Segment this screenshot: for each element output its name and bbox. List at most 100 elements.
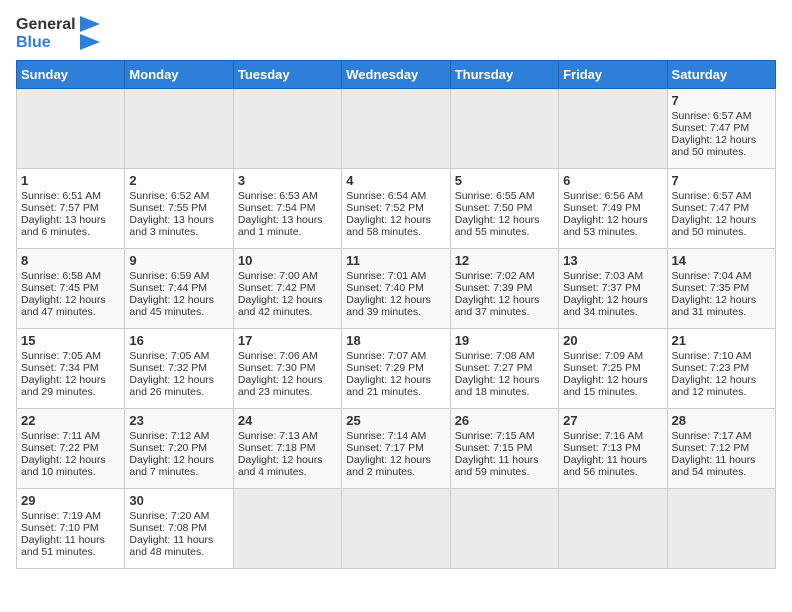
calendar-cell: 21Sunrise: 7:10 AMSunset: 7:23 PMDayligh…: [667, 329, 775, 409]
sunset: Sunset: 7:29 PM: [346, 362, 424, 374]
daylight: Daylight: 12 hours and 37 minutes.: [455, 294, 540, 318]
logo-line1: General: [16, 16, 76, 34]
column-header-saturday: Saturday: [667, 61, 775, 89]
calendar-cell: [17, 89, 125, 169]
calendar-cell: 8Sunrise: 6:58 AMSunset: 7:45 PMDaylight…: [17, 249, 125, 329]
sunset: Sunset: 7:08 PM: [129, 522, 207, 534]
sunrise: Sunrise: 7:12 AM: [129, 430, 209, 442]
sunrise: Sunrise: 7:20 AM: [129, 510, 209, 522]
day-number: 30: [129, 493, 228, 508]
calendar-cell: 29 Sunrise: 7:19 AMSunset: 7:10 PMDayligh…: [17, 489, 125, 569]
sunset: Sunset: 7:32 PM: [129, 362, 207, 374]
day-number: 9: [129, 253, 228, 268]
calendar-cell: [559, 89, 667, 169]
sunrise: Sunrise: 7:09 AM: [563, 350, 643, 362]
sunrise: Sunrise: 7:19 AM: [21, 510, 101, 522]
sunset: Sunset: 7:39 PM: [455, 282, 533, 294]
daylight: Daylight: 13 hours and 1 minute.: [238, 214, 323, 238]
calendar-cell: 11Sunrise: 7:01 AMSunset: 7:40 PMDayligh…: [342, 249, 450, 329]
daylight: Daylight: 11 hours and 48 minutes.: [129, 534, 213, 558]
sunrise: Sunrise: 7:10 AM: [672, 350, 752, 362]
sunrise: Sunrise: 6:57 AM: [672, 110, 752, 122]
day-number: 10: [238, 253, 337, 268]
sunset: Sunset: 7:10 PM: [21, 522, 99, 534]
sunset: Sunset: 7:45 PM: [21, 282, 99, 294]
sunrise: Sunrise: 6:57 AM: [672, 190, 752, 202]
sunrise: Sunrise: 6:52 AM: [129, 190, 209, 202]
calendar-cell: 18Sunrise: 7:07 AMSunset: 7:29 PMDayligh…: [342, 329, 450, 409]
calendar-cell: 1Sunrise: 6:51 AMSunset: 7:57 PMDaylight…: [17, 169, 125, 249]
day-number: 21: [672, 333, 771, 348]
daylight: Daylight: 12 hours and 10 minutes.: [21, 454, 106, 478]
daylight: Daylight: 11 hours and 56 minutes.: [563, 454, 647, 478]
calendar-cell: 27Sunrise: 7:16 AMSunset: 7:13 PMDayligh…: [559, 409, 667, 489]
daylight: Daylight: 12 hours and 21 minutes.: [346, 374, 431, 398]
sunset: Sunset: 7:55 PM: [129, 202, 207, 214]
day-number: 2: [129, 173, 228, 188]
sunset: Sunset: 7:35 PM: [672, 282, 750, 294]
sunset: Sunset: 7:50 PM: [455, 202, 533, 214]
sunset: Sunset: 7:34 PM: [21, 362, 99, 374]
calendar-cell: 15Sunrise: 7:05 AMSunset: 7:34 PMDayligh…: [17, 329, 125, 409]
sunrise: Sunrise: 7:05 AM: [129, 350, 209, 362]
sunset: Sunset: 7:17 PM: [346, 442, 424, 454]
calendar-cell: 6Sunrise: 6:56 AMSunset: 7:49 PMDaylight…: [559, 169, 667, 249]
sunset: Sunset: 7:47 PM: [672, 202, 750, 214]
day-number: 27: [563, 413, 662, 428]
sunrise: Sunrise: 7:08 AM: [455, 350, 535, 362]
column-header-thursday: Thursday: [450, 61, 558, 89]
sunset: Sunset: 7:13 PM: [563, 442, 641, 454]
logo-line2: Blue: [16, 34, 76, 52]
day-number: 6: [563, 173, 662, 188]
day-number: 19: [455, 333, 554, 348]
day-number: 18: [346, 333, 445, 348]
day-number: 5: [455, 173, 554, 188]
calendar-cell: [450, 89, 558, 169]
sunrise: Sunrise: 7:03 AM: [563, 270, 643, 282]
daylight: Daylight: 12 hours and 58 minutes.: [346, 214, 431, 238]
daylight: Daylight: 12 hours and 12 minutes.: [672, 374, 757, 398]
daylight: Daylight: 12 hours and 2 minutes.: [346, 454, 431, 478]
day-number: 13: [563, 253, 662, 268]
day-number: 22: [21, 413, 120, 428]
day-number: 3: [238, 173, 337, 188]
sunset: Sunset: 7:20 PM: [129, 442, 207, 454]
calendar-cell: [667, 489, 775, 569]
sunrise: Sunrise: 6:54 AM: [346, 190, 426, 202]
daylight: Daylight: 11 hours and 51 minutes.: [21, 534, 105, 558]
page-header: General Blue: [16, 16, 776, 52]
daylight: Daylight: 12 hours and 18 minutes.: [455, 374, 540, 398]
daylight: Daylight: 12 hours and 47 minutes.: [21, 294, 106, 318]
calendar-cell: 12Sunrise: 7:02 AMSunset: 7:39 PMDayligh…: [450, 249, 558, 329]
calendar-cell: 7Sunrise: 6:57 AMSunset: 7:47 PMDaylight…: [667, 169, 775, 249]
daylight: Daylight: 12 hours and 26 minutes.: [129, 374, 214, 398]
calendar-cell: 2 Sunrise: 6:52 AMSunset: 7:55 PMDaylight…: [125, 169, 233, 249]
calendar-cell: 16Sunrise: 7:05 AMSunset: 7:32 PMDayligh…: [125, 329, 233, 409]
sunrise: Sunrise: 7:13 AM: [238, 430, 318, 442]
sunset: Sunset: 7:47 PM: [672, 122, 750, 134]
sunset: Sunset: 7:42 PM: [238, 282, 316, 294]
day-number: 29: [21, 493, 120, 508]
daylight: Daylight: 13 hours and 3 minutes.: [129, 214, 214, 238]
logo-bird-icon: [80, 16, 100, 52]
sunrise: Sunrise: 7:11 AM: [21, 430, 100, 442]
calendar-cell: [342, 489, 450, 569]
daylight: Daylight: 12 hours and 34 minutes.: [563, 294, 648, 318]
day-number: 4: [346, 173, 445, 188]
sunset: Sunset: 7:40 PM: [346, 282, 424, 294]
daylight: Daylight: 12 hours and 23 minutes.: [238, 374, 323, 398]
calendar-cell: 7Sunrise: 6:57 AMSunset: 7:47 PMDaylight…: [667, 89, 775, 169]
calendar-cell: [342, 89, 450, 169]
calendar-cell: 5Sunrise: 6:55 AMSunset: 7:50 PMDaylight…: [450, 169, 558, 249]
day-number: 26: [455, 413, 554, 428]
calendar-cell: 30 Sunrise: 7:20 AMSunset: 7:08 PMDayligh…: [125, 489, 233, 569]
daylight: Daylight: 12 hours and 29 minutes.: [21, 374, 106, 398]
sunset: Sunset: 7:12 PM: [672, 442, 750, 454]
sunset: Sunset: 7:15 PM: [455, 442, 533, 454]
day-number: 24: [238, 413, 337, 428]
sunrise: Sunrise: 7:04 AM: [672, 270, 752, 282]
daylight: Daylight: 12 hours and 45 minutes.: [129, 294, 214, 318]
column-header-monday: Monday: [125, 61, 233, 89]
column-header-wednesday: Wednesday: [342, 61, 450, 89]
sunset: Sunset: 7:49 PM: [563, 202, 641, 214]
